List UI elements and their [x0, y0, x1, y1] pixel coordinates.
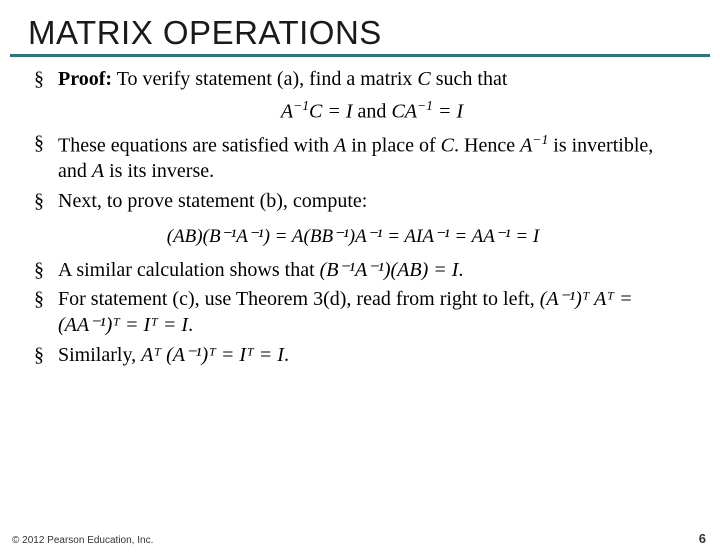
eq1-mid: C = I	[309, 100, 353, 122]
eq1-and: and	[353, 100, 392, 122]
bullet-list-2: A similar calculation shows that (B⁻¹A⁻¹…	[20, 258, 686, 368]
b2-Ainv: A	[520, 135, 532, 157]
b2-A2: A	[92, 160, 104, 182]
eq1-sup2: −1	[417, 98, 433, 113]
b5: For statement (c), use Theorem 3(d), rea…	[58, 288, 540, 310]
b1-text: To verify statement (a), find a matrix	[112, 68, 417, 90]
b3: Next, to prove statement (b), compute:	[58, 190, 367, 212]
bullet-proof: Proof: To verify statement (a), find a m…	[34, 67, 686, 125]
copyright: © 2012 Pearson Education, Inc.	[12, 535, 153, 546]
proof-label: Proof:	[58, 68, 112, 90]
eq1-r1: CA	[391, 100, 417, 122]
page-number: 6	[699, 531, 706, 546]
b4eq: (B⁻¹A⁻¹)(AB) = I	[320, 259, 459, 281]
eq1-r2: = I	[433, 100, 463, 122]
eq2: (AB)(B⁻¹A⁻¹) = A(BB⁻¹)A⁻¹ = AIA⁻¹ = AA⁻¹…	[167, 226, 540, 247]
bullet-similar-calc: A similar calculation shows that (B⁻¹A⁻¹…	[34, 258, 686, 284]
page-title: MATRIX OPERATIONS	[28, 14, 720, 52]
title-rule	[10, 54, 710, 57]
b6b: .	[284, 344, 289, 366]
b2e: is its inverse.	[104, 160, 214, 182]
b4b: .	[458, 259, 463, 281]
eq1-sup1: −1	[293, 98, 309, 113]
equation-row-1: A−1C = I and CA−1 = I	[58, 97, 686, 125]
b1-tail: such that	[431, 68, 508, 90]
b2b: in place of	[346, 135, 440, 157]
b5b: .	[188, 314, 193, 336]
b2a: These equations are satisfied with	[58, 135, 334, 157]
bullet-list: Proof: To verify statement (a), find a m…	[20, 67, 686, 214]
bullet-next-b: Next, to prove statement (b), compute:	[34, 189, 686, 215]
var-c: C	[417, 68, 430, 90]
equation-row-2: (AB)(B⁻¹A⁻¹) = A(BB⁻¹)A⁻¹ = AIA⁻¹ = AA⁻¹…	[20, 224, 686, 250]
bullet-statement-c: For statement (c), use Theorem 3(d), rea…	[34, 287, 686, 338]
b4a: A similar calculation shows that	[58, 259, 320, 281]
bullet-equations-satisfied: These equations are satisfied with A in …	[34, 131, 686, 185]
b6eq: Aᵀ (A⁻¹)ᵀ = Iᵀ = I	[141, 344, 284, 366]
eq1-A: A	[281, 100, 293, 122]
b2c: . Hence	[454, 135, 520, 157]
content-area: Proof: To verify statement (a), find a m…	[0, 67, 720, 368]
b2-C: C	[441, 135, 454, 157]
b6a: Similarly,	[58, 344, 141, 366]
b2-sup: −1	[532, 132, 548, 147]
b2-A: A	[334, 135, 346, 157]
bullet-similarly: Similarly, Aᵀ (A⁻¹)ᵀ = Iᵀ = I.	[34, 343, 686, 369]
